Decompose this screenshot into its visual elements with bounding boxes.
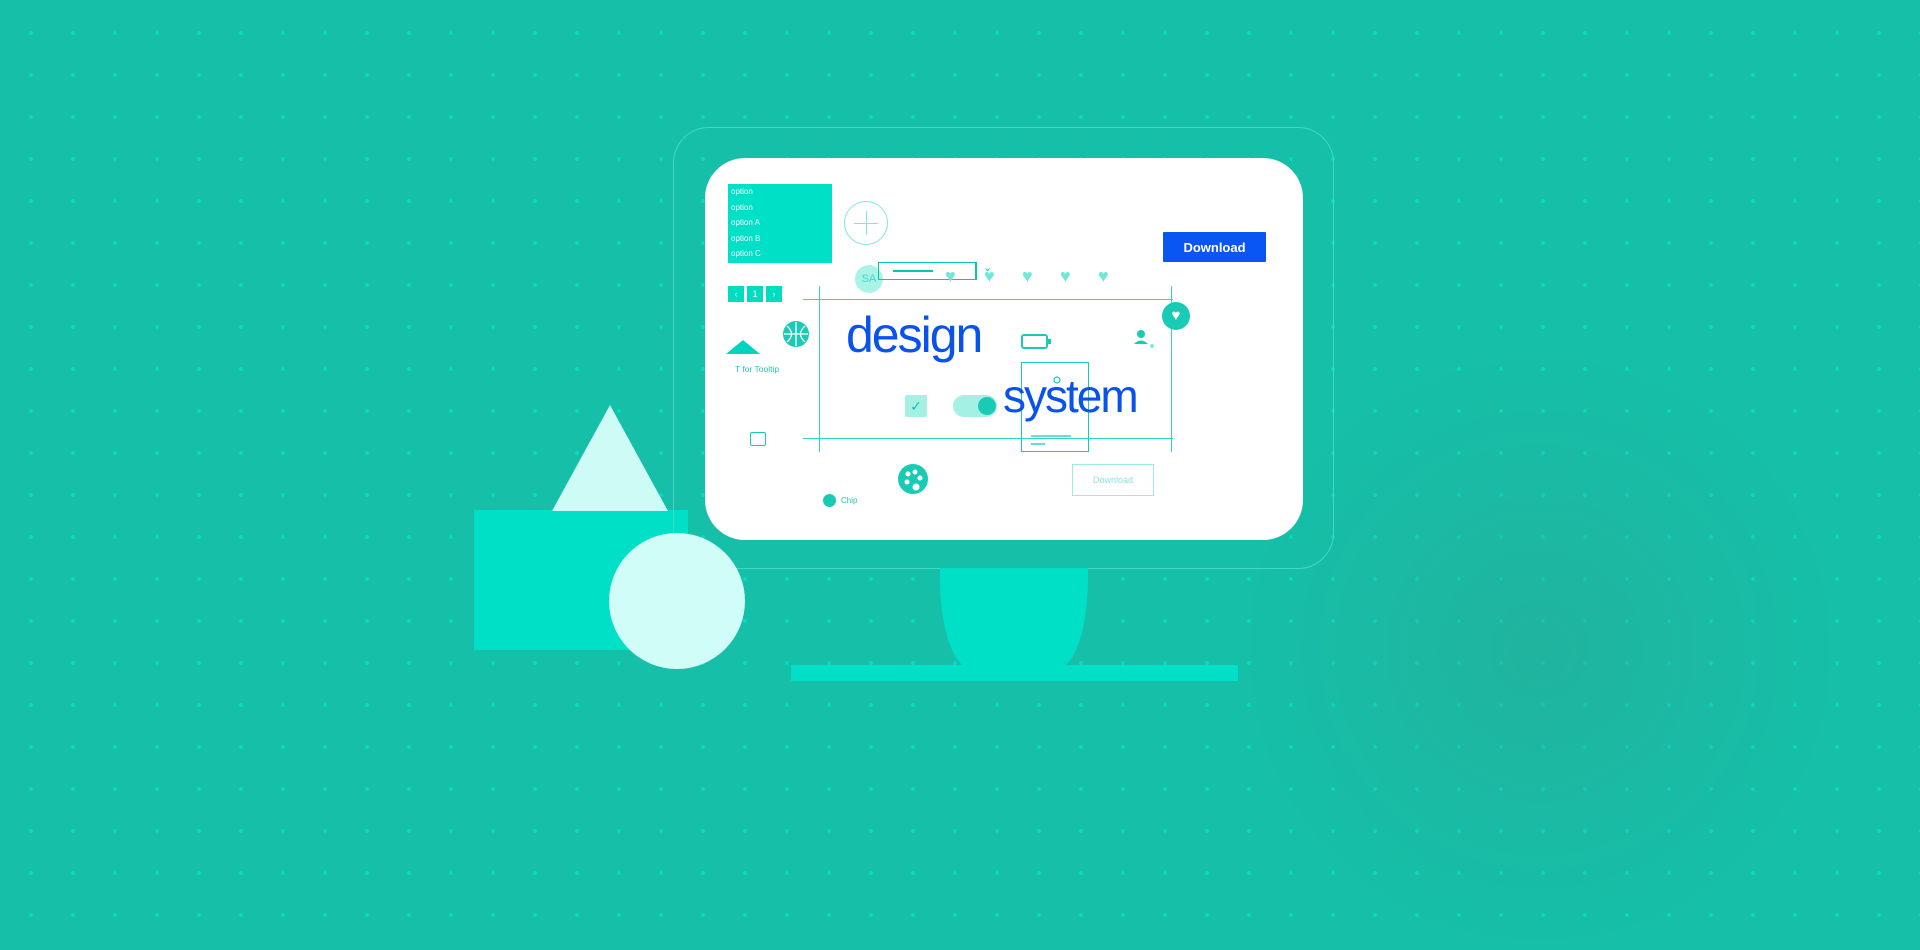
download-button[interactable]: Download xyxy=(1163,232,1266,262)
heart-icon[interactable]: ♥ xyxy=(1022,267,1033,285)
pagination: ‹ 1 › xyxy=(728,286,785,302)
toggle-knob xyxy=(978,397,996,415)
toggle-switch[interactable] xyxy=(953,395,997,417)
chip[interactable]: Chip xyxy=(823,492,857,510)
chip-label: Chip xyxy=(841,496,858,506)
guide-line xyxy=(803,438,1173,439)
person-icon xyxy=(1133,329,1155,354)
dropdown-value-line xyxy=(893,270,933,272)
guide-line xyxy=(819,286,820,452)
image-icon xyxy=(750,432,766,446)
option-item[interactable]: option A xyxy=(728,215,832,231)
heart-icon[interactable]: ♥ xyxy=(945,267,956,285)
light-circle-shape xyxy=(609,533,745,669)
monitor-screen: option option option A option B option C… xyxy=(705,158,1303,540)
heart-badge-icon[interactable]: ♥ xyxy=(1162,302,1190,330)
page-1-button[interactable]: 1 xyxy=(747,286,763,302)
guide-line xyxy=(803,299,1173,300)
chip-icon xyxy=(823,494,836,508)
tooltip-label: T for Tooltip xyxy=(735,364,780,374)
basketball-lines xyxy=(784,322,808,346)
prev-page-button[interactable]: ‹ xyxy=(728,286,744,302)
monitor-neck xyxy=(940,568,1088,668)
option-item[interactable]: option xyxy=(728,184,832,200)
palette-dots xyxy=(904,469,923,491)
option-item[interactable]: option xyxy=(728,200,832,216)
option-item[interactable]: option C xyxy=(728,246,832,262)
option-item[interactable]: option B xyxy=(728,231,832,247)
heart-icon[interactable]: ♥ xyxy=(984,267,995,285)
next-page-button[interactable]: › xyxy=(766,286,782,302)
triangle-icon xyxy=(726,340,760,354)
plus-icon[interactable] xyxy=(844,201,888,245)
heart-icon[interactable]: ♥ xyxy=(1098,267,1109,285)
dropdown-field[interactable]: ⌄ xyxy=(878,262,992,280)
heart-icon[interactable]: ♥ xyxy=(1060,267,1071,285)
headline-word-system: system xyxy=(1003,370,1139,422)
battery-icon xyxy=(1021,334,1051,349)
light-triangle-shape xyxy=(552,405,668,511)
download-outline-button[interactable]: Download xyxy=(1072,464,1154,496)
palette-icon xyxy=(898,464,928,494)
select-option-list[interactable]: option option option A option B option C xyxy=(728,184,832,263)
monitor-base xyxy=(791,665,1238,681)
dropdown-separator xyxy=(976,262,978,280)
person-glyph xyxy=(1134,330,1154,348)
checkbox-icon[interactable]: ✓ xyxy=(905,395,927,417)
basketball-icon xyxy=(783,321,809,347)
headline-word-design: design xyxy=(846,307,983,363)
